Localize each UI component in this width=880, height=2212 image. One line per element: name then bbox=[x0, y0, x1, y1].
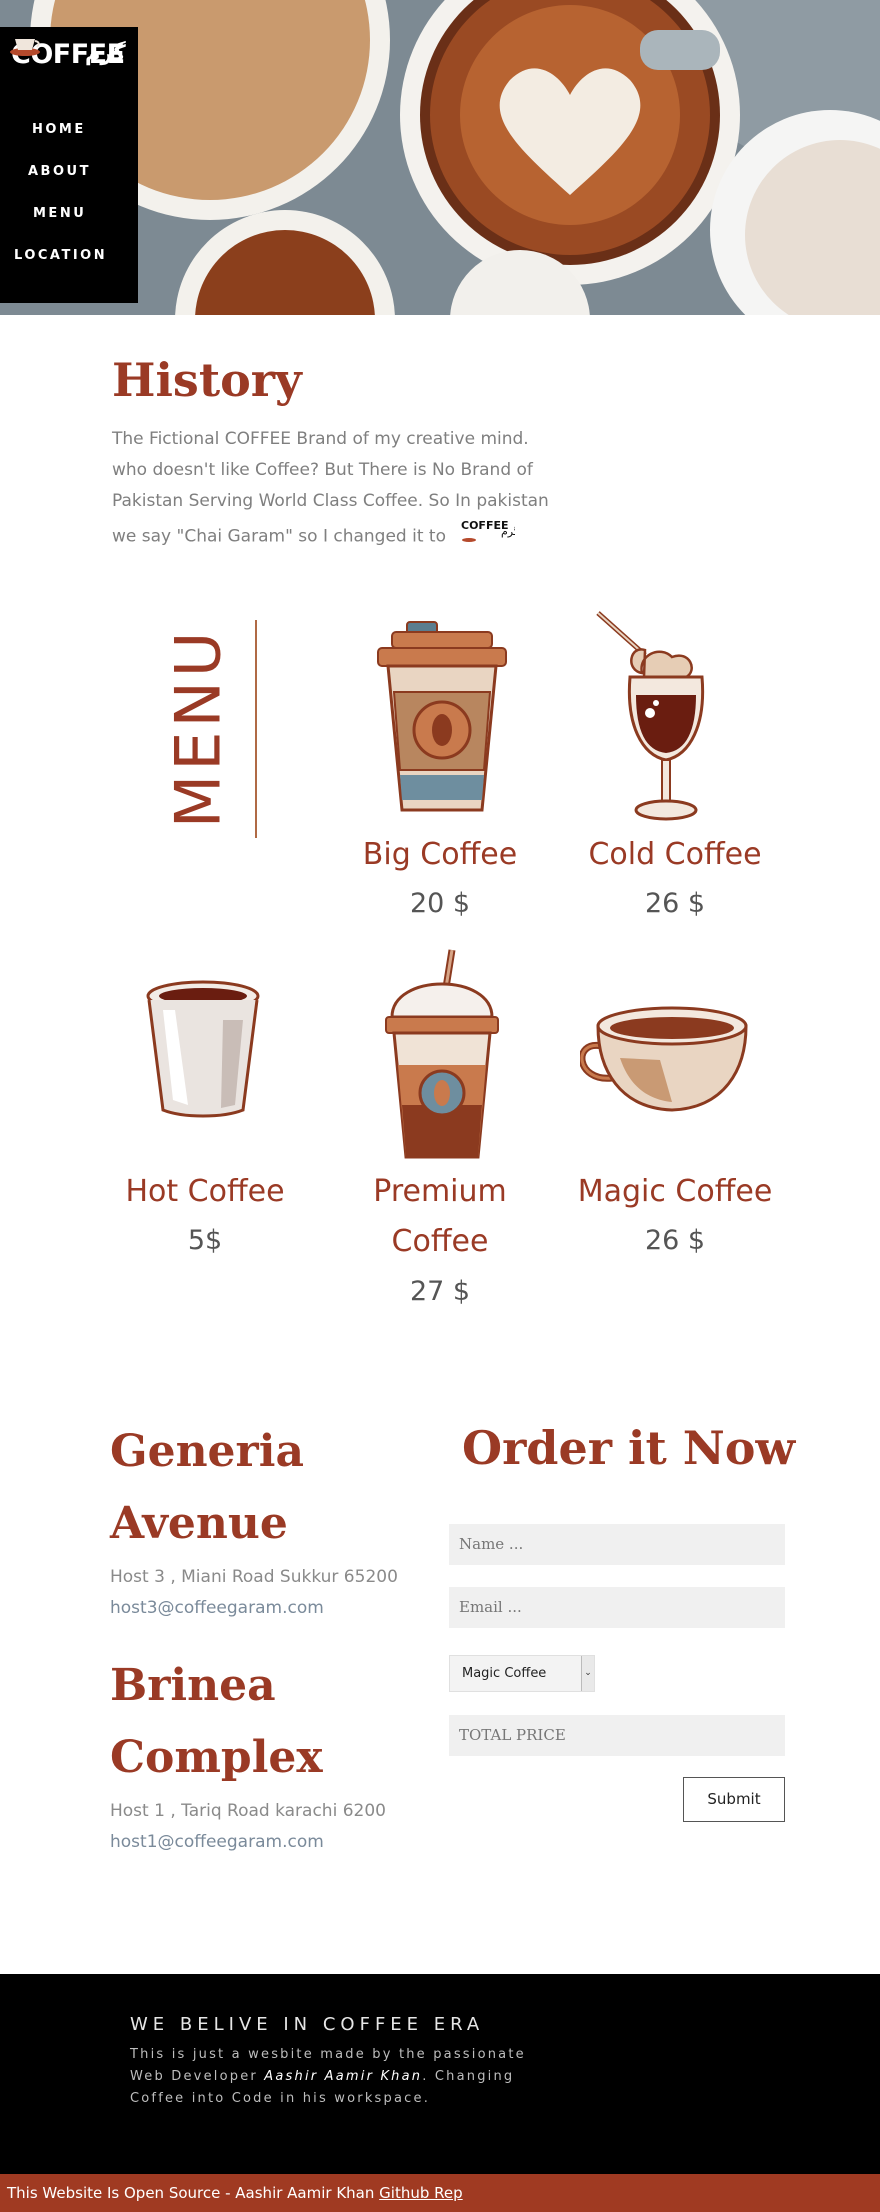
footer-author: Aashir Aamir Khan bbox=[264, 2069, 423, 2084]
location-title-generia: Generia Avenue bbox=[110, 1426, 304, 1549]
location-title-brinea: Brinea Complex bbox=[110, 1660, 323, 1783]
page: COFFEE گرم HOME ABOUT MENU LOCATION Hist… bbox=[0, 0, 880, 2212]
product-price-magic-coffee: 26 $ bbox=[644, 1225, 706, 1256]
product-name-magic-coffee: Magic Coffee bbox=[577, 1174, 773, 1209]
brand-logo[interactable]: COFFEE گرم bbox=[9, 35, 129, 97]
product-select-value: Magic Coffee bbox=[462, 1666, 547, 1681]
history-text: The Fictional COFFEE Brand of my creativ… bbox=[112, 424, 562, 556]
svg-text:گرم: گرم bbox=[501, 525, 515, 538]
cold-coffee-icon[interactable] bbox=[590, 605, 720, 830]
product-price-premium-coffee: 27 $ bbox=[409, 1276, 471, 1307]
brand-urdu: گرم bbox=[85, 41, 126, 65]
mini-brand-logo: COFFEE گرم bbox=[459, 517, 520, 556]
location-email-generia[interactable]: host3@coffeegaram.com bbox=[110, 1598, 324, 1618]
big-coffee-icon[interactable] bbox=[372, 620, 512, 815]
product-price-hot-coffee: 5$ bbox=[187, 1225, 223, 1256]
menu-vertical-label: MENU bbox=[161, 627, 235, 829]
nav-about[interactable]: ABOUT bbox=[0, 164, 138, 179]
product-price-big-coffee: 20 $ bbox=[409, 888, 471, 919]
submit-button[interactable]: Submit bbox=[683, 1777, 785, 1822]
email-input[interactable]: Email ... bbox=[449, 1587, 785, 1628]
nav-home[interactable]: HOME bbox=[0, 122, 138, 137]
product-name-big-coffee: Big Coffee bbox=[362, 837, 518, 872]
history-title: History bbox=[112, 353, 302, 407]
hero-banner: COFFEE گرم HOME ABOUT MENU LOCATION bbox=[0, 0, 880, 315]
nav-location[interactable]: LOCATION bbox=[0, 248, 138, 263]
magic-coffee-icon[interactable] bbox=[580, 1000, 760, 1118]
product-name-hot-coffee: Hot Coffee bbox=[125, 1174, 285, 1209]
product-select[interactable]: Magic Coffee ⌄ bbox=[449, 1655, 595, 1692]
github-link[interactable]: Github Rep bbox=[379, 2184, 462, 2202]
location-email-brinea[interactable]: host1@coffeegaram.com bbox=[110, 1832, 324, 1852]
name-input[interactable]: Name ... bbox=[449, 1524, 785, 1565]
footer-text: This is just a wesbite made by the passi… bbox=[130, 2044, 560, 2110]
total-price-field[interactable]: TOTAL PRICE bbox=[449, 1715, 785, 1756]
side-navigation: COFFEE گرم HOME ABOUT MENU LOCATION bbox=[0, 27, 138, 303]
coffee-cup-icon bbox=[10, 39, 40, 56]
footer: WE BELIVE IN COFFEE ERA This is just a w… bbox=[0, 1974, 880, 2174]
footer-heading: WE BELIVE IN COFFEE ERA bbox=[130, 2014, 485, 2035]
premium-coffee-icon[interactable] bbox=[380, 945, 505, 1160]
menu-divider bbox=[255, 620, 257, 838]
bottom-bar-text: This Website Is Open Source - Aashir Aam… bbox=[7, 2184, 380, 2202]
location-address-generia: Host 3 , Miani Road Sukkur 65200 bbox=[110, 1567, 398, 1587]
product-name-cold-coffee: Cold Coffee bbox=[588, 837, 762, 872]
location-address-brinea: Host 1 , Tariq Road karachi 6200 bbox=[110, 1801, 386, 1821]
bottom-bar: This Website Is Open Source - Aashir Aam… bbox=[0, 2174, 880, 2212]
order-title: Order it Now bbox=[462, 1421, 796, 1475]
product-price-cold-coffee: 26 $ bbox=[644, 888, 706, 919]
nav-menu[interactable]: MENU bbox=[0, 206, 138, 221]
product-name-premium-coffee: Premium Coffee bbox=[373, 1174, 507, 1259]
hot-coffee-icon[interactable] bbox=[143, 980, 263, 1120]
chevron-down-icon: ⌄ bbox=[581, 1656, 594, 1691]
